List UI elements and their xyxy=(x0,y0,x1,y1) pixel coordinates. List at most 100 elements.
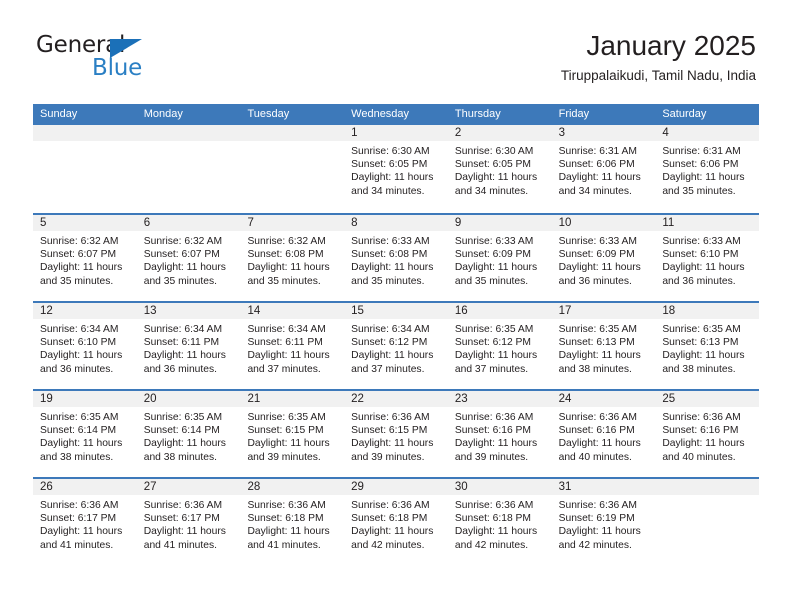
calendar-day-cell[interactable]: 25 Sunrise: 6:36 AM Sunset: 6:16 PM Dayligh… xyxy=(655,391,760,477)
sunset-text: Sunset: 6:18 PM xyxy=(247,513,324,525)
calendar-day-cell[interactable]: 24 Sunrise: 6:36 AM Sunset: 6:16 PM Dayligh… xyxy=(551,391,656,477)
calendar-day-cell[interactable]: 28 Sunrise: 6:36 AM Sunset: 6:18 PM Dayligh… xyxy=(240,479,345,565)
daylight-text-line2: and 38 minutes. xyxy=(143,451,217,463)
daylight-text-line2: and 38 minutes. xyxy=(662,363,736,375)
daylight-text-line1: Daylight: 11 hours xyxy=(662,172,745,184)
daylight-text-line2: and 38 minutes. xyxy=(558,363,632,375)
daylight-text-line1: Daylight: 11 hours xyxy=(662,350,745,362)
daylight-text-line1: Daylight: 11 hours xyxy=(351,172,434,184)
daylight-text-line1: Daylight: 11 hours xyxy=(143,526,226,538)
day-number-band: 30 xyxy=(447,479,552,495)
sunrise-text: Sunrise: 6:36 AM xyxy=(143,500,223,511)
daylight-text-line2: and 36 minutes. xyxy=(558,275,632,287)
sunset-text: Sunset: 6:08 PM xyxy=(351,249,428,261)
day-number-band: 21 xyxy=(240,391,345,407)
day-details: Sunrise: 6:36 AM Sunset: 6:17 PM Daylight:… xyxy=(33,495,137,552)
day-number: 7 xyxy=(247,217,254,229)
day-number: 31 xyxy=(558,481,572,493)
day-details: Sunrise: 6:35 AM Sunset: 6:13 PM Daylight:… xyxy=(552,319,656,376)
calendar-day-cell[interactable]: 12 Sunrise: 6:34 AM Sunset: 6:10 PM Dayligh… xyxy=(33,303,137,389)
day-details: Sunrise: 6:33 AM Sunset: 6:09 PM Daylight:… xyxy=(448,231,552,288)
day-number-band: 27 xyxy=(136,479,241,495)
day-number-band: 24 xyxy=(551,391,656,407)
calendar-day-cell[interactable]: 18 Sunrise: 6:35 AM Sunset: 6:13 PM Dayligh… xyxy=(655,303,760,389)
daylight-text-line1: Daylight: 11 hours xyxy=(40,262,123,274)
day-details: Sunrise: 6:33 AM Sunset: 6:08 PM Daylight:… xyxy=(344,231,448,288)
calendar-day-cell[interactable]: 17 Sunrise: 6:35 AM Sunset: 6:13 PM Dayligh… xyxy=(551,303,656,389)
calendar-grid: Sunday Monday Tuesday Wednesday Thursday Frid… xyxy=(33,104,760,565)
sunrise-text: Sunrise: 6:33 AM xyxy=(454,236,534,247)
sunset-text: Sunset: 6:18 PM xyxy=(454,513,532,525)
sunset-text: Sunset: 6:07 PM xyxy=(143,249,220,261)
calendar-day-cell[interactable]: 20 Sunrise: 6:35 AM Sunset: 6:14 PM Dayligh… xyxy=(136,391,241,477)
day-details: Sunrise: 6:35 AM Sunset: 6:13 PM Daylight:… xyxy=(655,319,759,376)
daylight-text-line2: and 40 minutes. xyxy=(558,451,632,463)
calendar-day-cell[interactable]: 9 Sunrise: 6:33 AM Sunset: 6:09 PM Daylight… xyxy=(447,215,552,301)
day-details: Sunrise: 6:36 AM Sunset: 6:15 PM Daylight:… xyxy=(344,407,448,464)
calendar-day-cell[interactable]: 10 Sunrise: 6:33 AM Sunset: 6:09 PM Dayligh… xyxy=(551,215,656,301)
daylight-text-line2: and 37 minutes. xyxy=(351,363,425,375)
daylight-text-line2: and 35 minutes. xyxy=(247,275,321,287)
calendar-day-cell[interactable]: 27 Sunrise: 6:36 AM Sunset: 6:17 PM Dayligh… xyxy=(136,479,241,565)
day-number-band: 25 xyxy=(655,391,760,407)
sunset-text: Sunset: 6:18 PM xyxy=(351,513,428,525)
sunrise-text: Sunrise: 6:32 AM xyxy=(40,236,119,247)
day-number-band: 8 xyxy=(344,215,448,231)
calendar-day-cell[interactable]: 2 Sunrise: 6:30 AM Sunset: 6:05 PM Daylight… xyxy=(447,125,552,213)
calendar-day-cell[interactable]: 13 Sunrise: 6:34 AM Sunset: 6:11 PM Dayligh… xyxy=(136,303,241,389)
calendar-day-cell[interactable]: 30 Sunrise: 6:36 AM Sunset: 6:18 PM Dayligh… xyxy=(447,479,552,565)
weekday-header-friday: Friday xyxy=(558,108,590,120)
calendar-day-cell[interactable]: 4 Sunrise: 6:31 AM Sunset: 6:06 PM Daylight… xyxy=(655,125,760,213)
calendar-day-cell[interactable]: 19 Sunrise: 6:35 AM Sunset: 6:14 PM Dayligh… xyxy=(33,391,137,477)
day-number: 4 xyxy=(662,127,669,139)
page-subtitle: Tiruppalaikudi, Tamil Nadu, India xyxy=(560,68,756,84)
day-number-band: 17 xyxy=(551,303,656,319)
calendar-day-cell[interactable]: 7 Sunrise: 6:32 AM Sunset: 6:08 PM Daylight… xyxy=(240,215,345,301)
sunset-text: Sunset: 6:17 PM xyxy=(143,513,220,525)
day-number: 13 xyxy=(143,305,157,317)
daylight-text-line2: and 41 minutes. xyxy=(40,539,114,551)
sunset-text: Sunset: 6:10 PM xyxy=(662,249,739,261)
day-number: 15 xyxy=(351,305,364,317)
sunset-text: Sunset: 6:16 PM xyxy=(662,425,739,437)
daylight-text-line1: Daylight: 11 hours xyxy=(247,526,330,538)
calendar-day-cell[interactable]: 15 Sunrise: 6:34 AM Sunset: 6:12 PM Dayligh… xyxy=(344,303,448,389)
calendar-day-cell[interactable]: 29 Sunrise: 6:36 AM Sunset: 6:18 PM Dayligh… xyxy=(344,479,448,565)
sunrise-text: Sunrise: 6:33 AM xyxy=(558,236,638,247)
daylight-text-line1: Daylight: 11 hours xyxy=(40,438,123,450)
daylight-text-line1: Daylight: 11 hours xyxy=(558,262,641,274)
day-number: 24 xyxy=(558,393,572,405)
calendar-day-cell[interactable]: 26 Sunrise: 6:36 AM Sunset: 6:17 PM Dayligh… xyxy=(33,479,137,565)
calendar-day-cell[interactable]: 5 Sunrise: 6:32 AM Sunset: 6:07 PM Daylight… xyxy=(33,215,137,301)
calendar-day-cell[interactable]: 16 Sunrise: 6:35 AM Sunset: 6:12 PM Dayligh… xyxy=(447,303,552,389)
calendar-day-cell[interactable]: 14 Sunrise: 6:34 AM Sunset: 6:11 PM Dayligh… xyxy=(240,303,345,389)
day-number: 22 xyxy=(351,393,364,405)
day-number-band: 14 xyxy=(240,303,345,319)
daylight-text-line1: Daylight: 11 hours xyxy=(143,438,226,450)
calendar-day-cell[interactable]: 23 Sunrise: 6:36 AM Sunset: 6:16 PM Dayligh… xyxy=(447,391,552,477)
sunrise-text: Sunrise: 6:30 AM xyxy=(351,146,430,157)
day-details: Sunrise: 6:36 AM Sunset: 6:16 PM Daylight:… xyxy=(655,407,759,464)
day-details: Sunrise: 6:31 AM Sunset: 6:06 PM Daylight:… xyxy=(655,141,759,198)
calendar-day-cell[interactable]: 3 Sunrise: 6:31 AM Sunset: 6:06 PM Daylight… xyxy=(551,125,656,213)
calendar-day-cell[interactable]: 21 Sunrise: 6:35 AM Sunset: 6:15 PM Dayligh… xyxy=(240,391,345,477)
calendar-day-cell[interactable]: 1 Sunrise: 6:30 AM Sunset: 6:05 PM Daylight… xyxy=(344,125,448,213)
calendar-day-cell[interactable]: 6 Sunrise: 6:32 AM Sunset: 6:07 PM Daylight… xyxy=(136,215,241,301)
daylight-text-line1: Daylight: 11 hours xyxy=(40,350,123,362)
day-details: Sunrise: 6:34 AM Sunset: 6:11 PM Daylight:… xyxy=(240,319,344,376)
daylight-text-line2: and 41 minutes. xyxy=(143,539,217,551)
general-blue-logo[interactable]: General Blue xyxy=(36,34,216,90)
daylight-text-line2: and 37 minutes. xyxy=(247,363,321,375)
daylight-text-line1: Daylight: 11 hours xyxy=(247,262,330,274)
calendar-day-cell[interactable]: 11 Sunrise: 6:33 AM Sunset: 6:10 PM Dayligh… xyxy=(655,215,760,301)
sunset-text: Sunset: 6:17 PM xyxy=(40,513,117,525)
day-number: 26 xyxy=(40,481,53,493)
calendar-day-cell[interactable]: 31 Sunrise: 6:36 AM Sunset: 6:19 PM Dayligh… xyxy=(551,479,656,565)
sunrise-text: Sunrise: 6:35 AM xyxy=(40,412,119,423)
calendar-day-cell[interactable]: 22 Sunrise: 6:36 AM Sunset: 6:15 PM Dayligh… xyxy=(344,391,448,477)
daylight-text-line2: and 38 minutes. xyxy=(40,451,114,463)
day-details: Sunrise: 6:32 AM Sunset: 6:08 PM Daylight:… xyxy=(240,231,344,288)
sunset-text: Sunset: 6:11 PM xyxy=(247,337,323,349)
day-number-band: 11 xyxy=(655,215,760,231)
calendar-day-cell[interactable]: 8 Sunrise: 6:33 AM Sunset: 6:08 PM Daylight… xyxy=(344,215,448,301)
